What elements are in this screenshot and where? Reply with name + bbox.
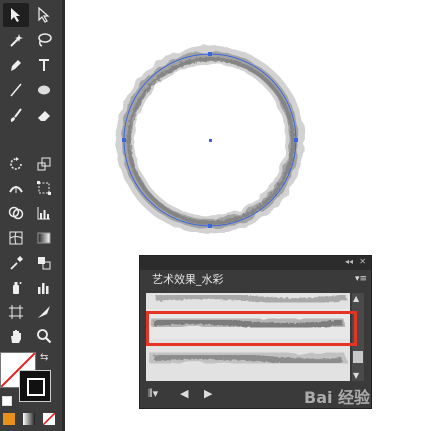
scrollbar-thumb[interactable] (353, 351, 363, 363)
ellipse-tool[interactable] (31, 78, 57, 102)
anchor-point-top[interactable] (208, 52, 212, 56)
free-transform-tool[interactable] (31, 176, 57, 200)
artboard-icon (9, 305, 23, 319)
gradient-mode-icon[interactable] (23, 413, 35, 425)
mesh-icon (9, 231, 23, 245)
blend-tool[interactable] (31, 251, 57, 275)
graph-tool[interactable] (31, 201, 57, 225)
width-tool[interactable] (3, 176, 29, 200)
zoom-icon (37, 329, 52, 344)
rotate-tool[interactable] (3, 152, 29, 176)
shape-builder-tool[interactable] (3, 201, 29, 225)
none-mode-icon[interactable] (43, 413, 55, 425)
white-arrow-icon (38, 7, 50, 23)
lasso-icon (38, 33, 52, 47)
blend-icon (38, 257, 51, 270)
swap-fill-stroke-icon[interactable]: ⇆ (40, 352, 48, 363)
watercolor-brush-1[interactable] (146, 293, 350, 305)
shape-builder-icon (8, 206, 24, 220)
hand-tool[interactable] (3, 324, 29, 348)
color-mode-icon[interactable] (3, 413, 15, 425)
lasso-tool[interactable] (31, 28, 57, 52)
magic-wand-tool[interactable] (3, 28, 29, 52)
graph-icon (37, 207, 50, 220)
anchor-point-bottom[interactable] (208, 224, 212, 228)
slice-tool[interactable] (31, 300, 57, 324)
hand-icon (11, 330, 21, 343)
paintbrush-tool[interactable] (3, 103, 29, 127)
ellipse-icon (38, 85, 50, 95)
anchor-point-left[interactable] (122, 138, 126, 142)
brush-icon (10, 108, 22, 122)
type-tool[interactable] (31, 53, 57, 77)
scale-icon (37, 157, 51, 171)
collapse-panel-button[interactable]: ◂◂ (345, 257, 353, 266)
previous-library-button[interactable]: ◀ (180, 387, 188, 400)
rotate-icon (10, 157, 22, 170)
default-colors-icon[interactable] (2, 396, 12, 406)
symbol-sprayer-tool[interactable] (3, 276, 29, 300)
arrow-icon (11, 8, 20, 22)
eraser-tool[interactable] (31, 103, 57, 127)
watermark-text: Bai 经验 (304, 388, 371, 407)
magic-wand-icon (10, 34, 23, 47)
zoom-tool[interactable] (31, 324, 57, 348)
gradient-icon (37, 232, 51, 244)
anchor-point-right[interactable] (294, 138, 298, 142)
free-transform-icon (37, 181, 51, 195)
scroll-down-icon[interactable]: ▼ (353, 371, 359, 380)
pen-icon (11, 60, 21, 71)
center-point (209, 139, 212, 142)
slice-icon (38, 306, 50, 318)
pen-tool[interactable] (3, 53, 29, 77)
eyedropper-icon (10, 256, 23, 270)
column-graph-tool[interactable] (31, 276, 57, 300)
close-panel-button[interactable]: ✕ (359, 257, 366, 266)
gradient-tool[interactable] (31, 226, 57, 250)
panel-menu-button[interactable]: ▾≡ (355, 274, 367, 284)
next-library-button[interactable]: ▶ (204, 387, 212, 400)
artboard-tool[interactable] (3, 300, 29, 324)
panel-tab-watercolor[interactable]: 艺术效果_水彩 (146, 271, 230, 289)
type-icon (39, 59, 49, 71)
selection-highlight-box (146, 311, 357, 346)
tools-panel: ⇆ (0, 0, 65, 431)
panel-title-bar[interactable] (140, 256, 371, 270)
eraser-icon (38, 111, 50, 121)
symbol-sprayer-icon (13, 282, 22, 294)
column-graph-icon (38, 283, 49, 294)
scale-tool[interactable] (31, 152, 57, 176)
selection-tool[interactable] (3, 3, 29, 27)
eyedropper-tool[interactable] (3, 251, 29, 275)
direct-selection-tool[interactable] (31, 3, 57, 27)
stroke-swatch[interactable] (19, 370, 51, 402)
width-icon (9, 186, 23, 193)
line-icon (10, 83, 22, 97)
brush-libraries-menu-button[interactable]: ⫴▾ (148, 387, 158, 401)
mesh-tool[interactable] (3, 226, 29, 250)
watercolor-brush-3[interactable] (146, 345, 350, 377)
scroll-up-icon[interactable]: ▲ (353, 294, 359, 303)
line-tool[interactable] (3, 78, 29, 102)
